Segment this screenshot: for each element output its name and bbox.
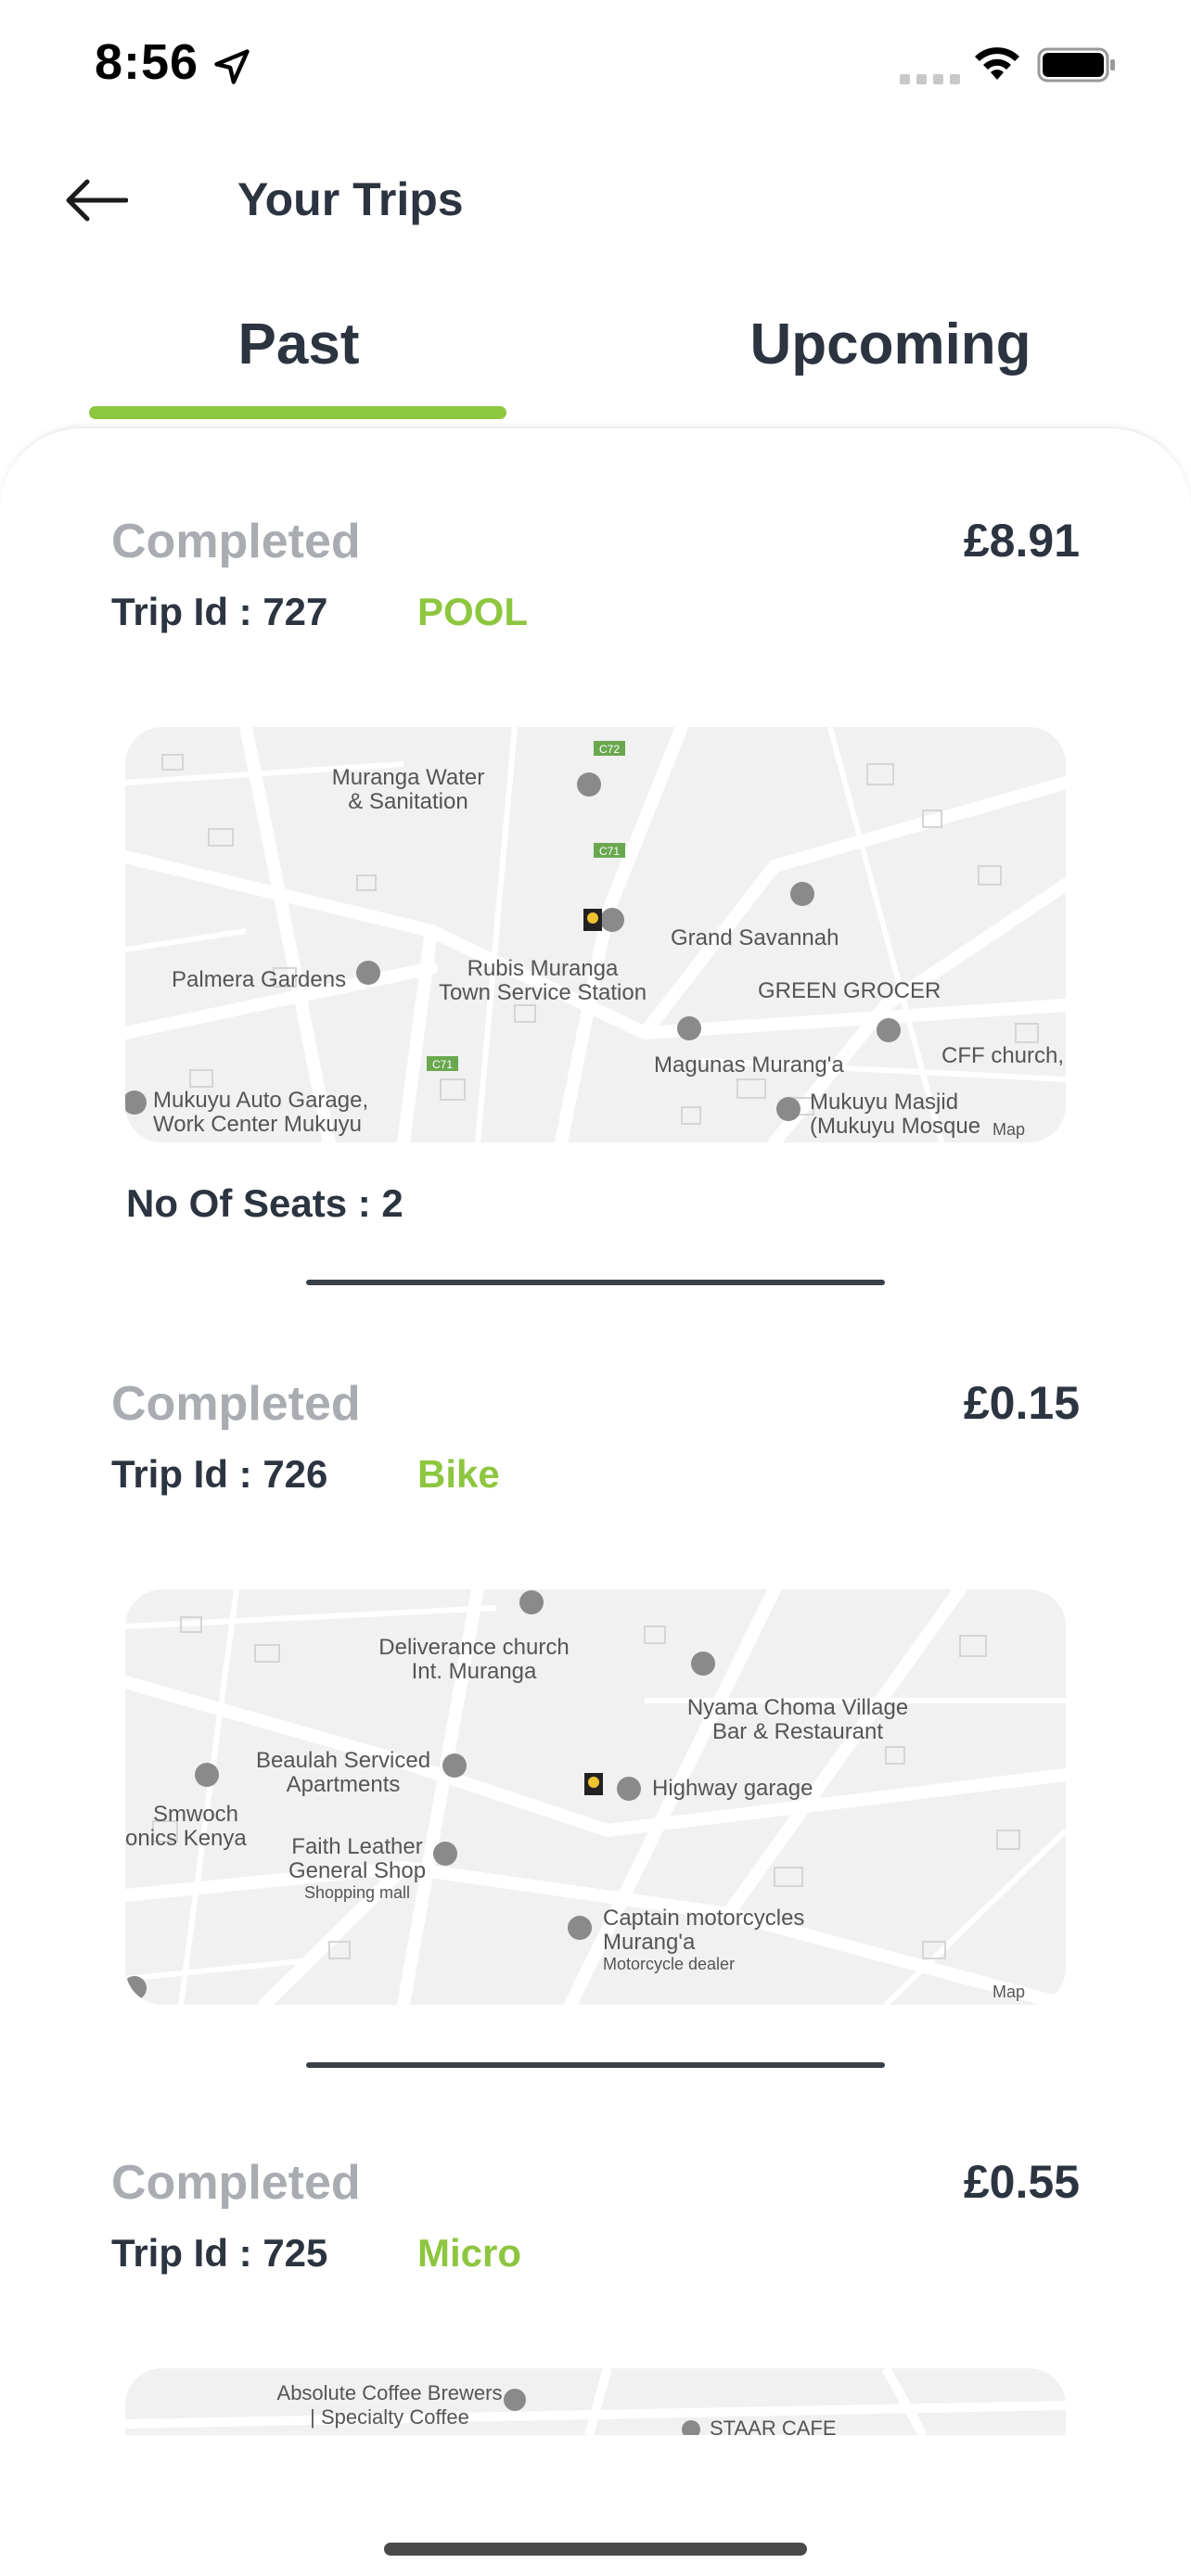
svg-text:onics Kenya: onics Kenya bbox=[125, 1826, 247, 1851]
svg-text:Town Service Station: Town Service Station bbox=[439, 980, 647, 1005]
svg-text:Mukuyu Auto Garage,: Mukuyu Auto Garage, bbox=[153, 1088, 368, 1113]
svg-text:Beaulah Serviced: Beaulah Serviced bbox=[256, 1748, 430, 1773]
map-image: C72 C71 C71 Muranga Water & Sanitation G… bbox=[125, 727, 1066, 1142]
svg-text:General Shop: General Shop bbox=[288, 1858, 426, 1883]
trip-status: Completed bbox=[111, 515, 361, 568]
trip-map[interactable]: C72 C71 C71 Muranga Water & Sanitation G… bbox=[125, 727, 1066, 1142]
svg-text:Faith Leather: Faith Leather bbox=[291, 1834, 422, 1859]
home-indicator[interactable] bbox=[384, 2543, 807, 2556]
svg-text:C71: C71 bbox=[599, 845, 620, 858]
svg-text:Captain motorcycles: Captain motorcycles bbox=[603, 1906, 804, 1931]
svg-text:Magunas Murang'a: Magunas Murang'a bbox=[654, 1052, 844, 1078]
trip-divider bbox=[306, 2062, 885, 2068]
trip-id: Trip Id : 725 bbox=[111, 2231, 328, 2275]
cellular-signal-icon bbox=[900, 74, 960, 84]
location-arrow-icon bbox=[214, 49, 250, 84]
svg-text:CFF church,: CFF church, bbox=[941, 1043, 1064, 1068]
svg-text:Map: Map bbox=[992, 1983, 1025, 2001]
trip-status: Completed bbox=[111, 2156, 361, 2210]
trip-type: Bike bbox=[417, 1452, 500, 1496]
svg-text:Deliverance church: Deliverance church bbox=[378, 1635, 569, 1660]
trip-type: Micro bbox=[417, 2231, 522, 2275]
trip-price: £8.91 bbox=[963, 515, 1080, 567]
svg-text:Map: Map bbox=[992, 1120, 1025, 1139]
trip-id: Trip Id : 727 bbox=[111, 590, 328, 633]
svg-text:C71: C71 bbox=[432, 1058, 453, 1071]
svg-text:Motorcycle dealer: Motorcycle dealer bbox=[603, 1955, 735, 1973]
svg-text:C72: C72 bbox=[599, 743, 620, 756]
page-title: Your Trips bbox=[237, 173, 464, 225]
map-image: Deliverance church Int. Muranga Nyama Ch… bbox=[125, 1589, 1066, 2005]
svg-text:GREEN GROCER: GREEN GROCER bbox=[758, 978, 941, 1003]
trip-price: £0.55 bbox=[963, 2156, 1080, 2208]
tab-upcoming[interactable]: Upcoming bbox=[724, 312, 1057, 377]
svg-text:Bar & Restaurant: Bar & Restaurant bbox=[712, 1719, 883, 1744]
svg-text:Muranga Water: Muranga Water bbox=[332, 765, 485, 790]
svg-text:Int. Muranga: Int. Muranga bbox=[412, 1659, 537, 1684]
tab-past[interactable]: Past bbox=[91, 312, 506, 377]
trip-id: Trip Id : 726 bbox=[111, 1452, 328, 1496]
trip-type: POOL bbox=[417, 590, 529, 633]
svg-text:Shopping mall: Shopping mall bbox=[304, 1883, 410, 1902]
svg-text:& Sanitation: & Sanitation bbox=[348, 789, 467, 814]
svg-text:Rubis Muranga: Rubis Muranga bbox=[467, 956, 619, 981]
status-bar: 8:56 bbox=[0, 0, 1191, 139]
status-time: 8:56 bbox=[95, 34, 199, 90]
svg-text:Smwoch: Smwoch bbox=[153, 1802, 238, 1827]
arrow-left-icon[interactable] bbox=[61, 174, 128, 226]
trip-map[interactable]: Absolute Coffee Brewers | Specialty Coff… bbox=[125, 2368, 1066, 2435]
trip-status: Completed bbox=[111, 1377, 361, 1431]
active-tab-indicator bbox=[89, 406, 506, 419]
trip-map[interactable]: Deliverance church Int. Muranga Nyama Ch… bbox=[125, 1589, 1066, 2005]
svg-text:Murang'a: Murang'a bbox=[603, 1930, 696, 1955]
svg-text:Nyama Choma Village: Nyama Choma Village bbox=[687, 1695, 908, 1720]
svg-text:Highway garage: Highway garage bbox=[652, 1776, 813, 1801]
battery-icon bbox=[1037, 47, 1115, 83]
wifi-icon bbox=[975, 47, 1019, 80]
svg-text:Absolute Coffee Brewers: Absolute Coffee Brewers bbox=[277, 2381, 503, 2404]
svg-text:Palmera Gardens: Palmera Gardens bbox=[172, 967, 346, 992]
trip-price: £0.15 bbox=[963, 1377, 1080, 1429]
trip-seats: No Of Seats : 2 bbox=[126, 1181, 403, 1225]
svg-text:Mukuyu Masjid: Mukuyu Masjid bbox=[810, 1090, 958, 1115]
svg-text:Apartments: Apartments bbox=[287, 1772, 401, 1797]
trip-divider bbox=[306, 1280, 885, 1285]
trips-list[interactable]: Completed £8.91 Trip Id : 727 POOL C72 C… bbox=[0, 427, 1191, 2576]
svg-text:(Mukuyu Mosque: (Mukuyu Mosque bbox=[810, 1114, 980, 1139]
svg-text:| Specialty Coffee: | Specialty Coffee bbox=[310, 2405, 469, 2429]
svg-text:STAAR CAFE: STAAR CAFE bbox=[710, 2417, 837, 2435]
svg-text:Grand Savannah: Grand Savannah bbox=[671, 925, 839, 950]
svg-text:Work Center Mukuyu: Work Center Mukuyu bbox=[153, 1112, 362, 1137]
map-image: Absolute Coffee Brewers | Specialty Coff… bbox=[125, 2368, 1066, 2435]
